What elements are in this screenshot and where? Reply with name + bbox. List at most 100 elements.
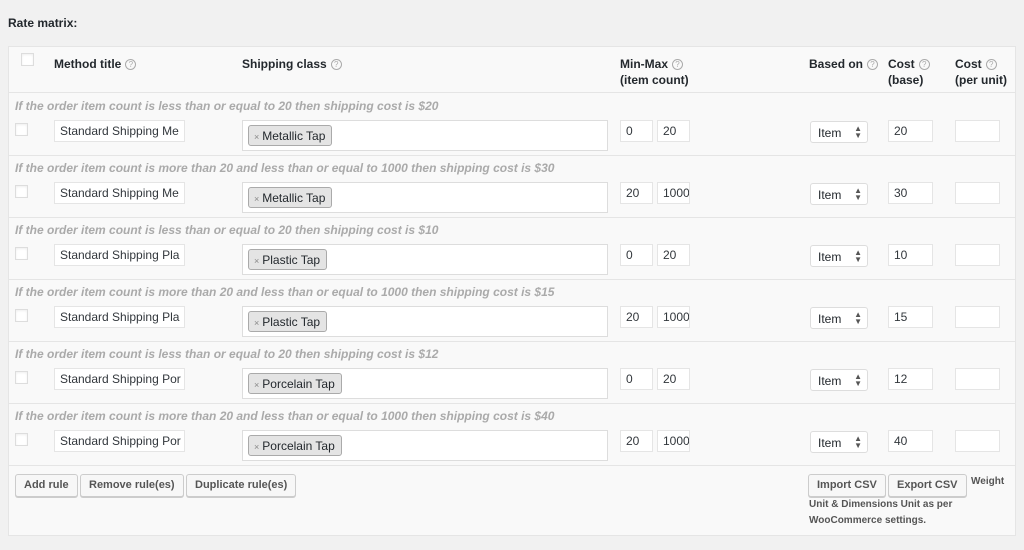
shipping-class-select[interactable]: × Metallic Tap: [242, 120, 608, 151]
cost-per-unit-input[interactable]: [955, 182, 1000, 204]
based-on-select[interactable]: Item ▲ ▼: [810, 245, 868, 267]
select-arrows-icon: ▲ ▼: [854, 372, 862, 388]
tag-label: Metallic Tap: [262, 191, 326, 205]
help-icon[interactable]: ?: [330, 59, 342, 71]
header-min-max: Min-Max? (item count): [620, 56, 689, 88]
method-title-input[interactable]: Standard Shipping Me: [54, 182, 185, 204]
duplicate-rules-button[interactable]: Duplicate rule(es): [186, 474, 297, 497]
max-input[interactable]: 20: [657, 244, 690, 266]
method-title-input[interactable]: Standard Shipping Me: [54, 120, 185, 142]
tag-label: Porcelain Tap: [262, 377, 335, 391]
based-on-select[interactable]: Item ▲ ▼: [810, 183, 868, 205]
help-icon[interactable]: ?: [985, 59, 997, 71]
max-input[interactable]: 1000: [657, 182, 690, 204]
shipping-class-select[interactable]: × Porcelain Tap: [242, 368, 608, 399]
cost-per-unit-input[interactable]: [955, 244, 1000, 266]
units-note-3: WooCommerce settings.: [809, 515, 927, 526]
remove-tag-icon[interactable]: ×: [254, 194, 259, 204]
cost-base-input[interactable]: 30: [888, 182, 933, 204]
rule-description: If the order item count is less than or …: [15, 99, 439, 113]
max-input[interactable]: 1000: [657, 430, 690, 452]
shipping-class-select[interactable]: × Porcelain Tap: [242, 430, 608, 461]
shipping-class-select[interactable]: × Plastic Tap: [242, 244, 608, 275]
max-input[interactable]: 1000: [657, 306, 690, 328]
rule-description: If the order item count is more than 20 …: [15, 409, 555, 423]
tag-label: Plastic Tap: [262, 253, 321, 267]
header-label: Min-Max: [620, 57, 668, 71]
select-arrows-icon: ▲ ▼: [854, 186, 862, 202]
remove-rules-button[interactable]: Remove rule(es): [80, 474, 184, 497]
header-label: Based on: [809, 57, 864, 71]
select-value: Item: [818, 374, 842, 388]
units-note-2: Unit & Dimensions Unit as per: [809, 499, 953, 510]
cost-base-input[interactable]: 12: [888, 368, 933, 390]
remove-tag-icon[interactable]: ×: [254, 256, 259, 266]
cost-base-input[interactable]: 15: [888, 306, 933, 328]
row-checkbox[interactable]: [15, 185, 28, 198]
method-title-input[interactable]: Standard Shipping Pla: [54, 306, 185, 328]
add-rule-button[interactable]: Add rule: [15, 474, 78, 497]
cost-per-unit-input[interactable]: [955, 430, 1000, 452]
select-value: Item: [818, 312, 842, 326]
remove-tag-icon[interactable]: ×: [254, 318, 259, 328]
tag-label: Plastic Tap: [262, 315, 321, 329]
units-note-1: Weight: [971, 476, 1005, 487]
header-based-on: Based on?: [809, 56, 879, 72]
max-input[interactable]: 20: [657, 120, 690, 142]
min-input[interactable]: 20: [620, 182, 653, 204]
min-input[interactable]: 20: [620, 430, 653, 452]
select-value: Item: [818, 436, 842, 450]
shipping-class-tag: × Porcelain Tap: [248, 373, 342, 394]
based-on-select[interactable]: Item ▲ ▼: [810, 307, 868, 329]
remove-tag-icon[interactable]: ×: [254, 132, 259, 142]
header-cost-per-unit: Cost? (per unit): [955, 56, 1007, 88]
based-on-select[interactable]: Item ▲ ▼: [810, 369, 868, 391]
min-input[interactable]: 0: [620, 120, 653, 142]
help-icon[interactable]: ?: [125, 59, 137, 71]
method-title-input[interactable]: Standard Shipping Por: [54, 430, 185, 452]
min-input[interactable]: 0: [620, 368, 653, 390]
row-checkbox[interactable]: [15, 433, 28, 446]
remove-tag-icon[interactable]: ×: [254, 442, 259, 452]
min-input[interactable]: 20: [620, 306, 653, 328]
table-row: If the order item count is more than 20 …: [9, 404, 1015, 466]
remove-tag-icon[interactable]: ×: [254, 380, 259, 390]
header-label: Method title: [54, 57, 122, 71]
header-label: Cost: [955, 57, 982, 71]
help-icon[interactable]: ?: [867, 59, 879, 71]
row-checkbox[interactable]: [15, 309, 28, 322]
method-title-input[interactable]: Standard Shipping Por: [54, 368, 185, 390]
based-on-select[interactable]: Item ▲ ▼: [810, 121, 868, 143]
header-label: Shipping class: [242, 57, 327, 71]
help-icon[interactable]: ?: [918, 59, 930, 71]
select-value: Item: [818, 188, 842, 202]
help-icon[interactable]: ?: [672, 59, 683, 71]
based-on-select[interactable]: Item ▲ ▼: [810, 431, 868, 453]
method-title-input[interactable]: Standard Shipping Pla: [54, 244, 185, 266]
cost-per-unit-input[interactable]: [955, 368, 1000, 390]
shipping-class-tag: × Porcelain Tap: [248, 435, 342, 456]
select-all-checkbox[interactable]: [21, 53, 34, 66]
row-checkbox[interactable]: [15, 123, 28, 136]
rule-description: If the order item count is less than or …: [15, 347, 439, 361]
cost-base-input[interactable]: 20: [888, 120, 933, 142]
rule-description: If the order item count is more than 20 …: [15, 161, 555, 175]
cost-per-unit-input[interactable]: [955, 120, 1000, 142]
header-sublabel: (per unit): [955, 73, 1007, 87]
rate-matrix-title: Rate matrix:: [8, 16, 78, 30]
header-sublabel: (base): [888, 73, 924, 87]
cost-base-input[interactable]: 10: [888, 244, 933, 266]
min-input[interactable]: 0: [620, 244, 653, 266]
shipping-class-select[interactable]: × Metallic Tap: [242, 182, 608, 213]
row-checkbox[interactable]: [15, 247, 28, 260]
max-input[interactable]: 20: [657, 368, 690, 390]
select-value: Item: [818, 250, 842, 264]
export-csv-button[interactable]: Export CSV: [888, 474, 967, 497]
row-checkbox[interactable]: [15, 371, 28, 384]
import-csv-button[interactable]: Import CSV: [808, 474, 886, 497]
header-shipping-class: Shipping class?: [242, 56, 342, 72]
cost-per-unit-input[interactable]: [955, 306, 1000, 328]
cost-base-input[interactable]: 40: [888, 430, 933, 452]
table-header: Method title? Shipping class? Min-Max? (i…: [9, 47, 1015, 93]
shipping-class-select[interactable]: × Plastic Tap: [242, 306, 608, 337]
